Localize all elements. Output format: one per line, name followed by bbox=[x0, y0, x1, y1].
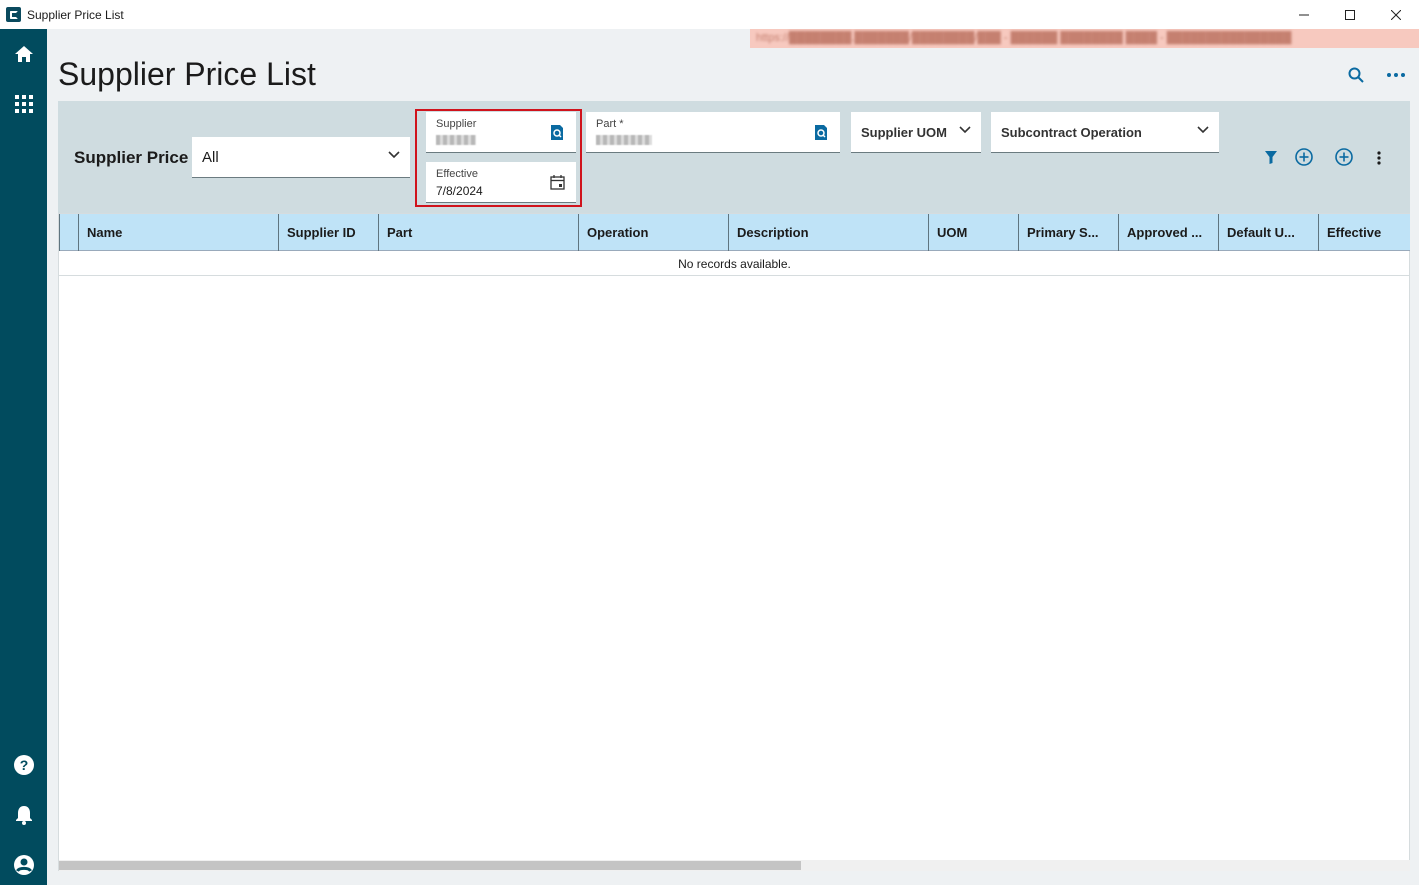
column-header-supplier-id[interactable]: Supplier ID bbox=[278, 214, 378, 251]
add-circle-icon bbox=[1295, 148, 1313, 166]
chevron-down-icon bbox=[388, 151, 400, 159]
select-column-header[interactable] bbox=[59, 214, 78, 251]
part-value bbox=[596, 134, 652, 148]
empty-grid-message: No records available. bbox=[59, 252, 1410, 276]
panel-overflow-button[interactable] bbox=[1368, 147, 1390, 169]
more-horizontal-icon bbox=[1387, 73, 1405, 77]
column-header-primary-supplier[interactable]: Primary S... bbox=[1018, 214, 1118, 251]
filter-icon bbox=[1265, 150, 1277, 164]
part-search-button[interactable] bbox=[812, 123, 830, 141]
apps-button[interactable] bbox=[0, 84, 47, 124]
help-button[interactable]: ? bbox=[0, 745, 47, 785]
column-header-approved[interactable]: Approved ... bbox=[1118, 214, 1218, 251]
column-header-uom[interactable]: UOM bbox=[928, 214, 1018, 251]
add-button[interactable] bbox=[1293, 146, 1315, 168]
subcontract-operation-dropdown[interactable]: Subcontract Operation bbox=[991, 112, 1219, 153]
search-icon bbox=[1348, 67, 1364, 83]
left-nav-rail: ? bbox=[0, 29, 47, 885]
maximize-icon bbox=[1345, 9, 1355, 20]
highlight-box bbox=[415, 109, 582, 207]
filter-button[interactable] bbox=[1260, 146, 1282, 168]
bell-icon bbox=[15, 806, 32, 825]
window-titlebar: Supplier Price List bbox=[0, 0, 1419, 29]
column-header-description[interactable]: Description bbox=[728, 214, 928, 251]
user-avatar-icon bbox=[13, 855, 34, 875]
subcontract-operation-label: Subcontract Operation bbox=[1001, 124, 1142, 140]
notifications-button[interactable] bbox=[0, 795, 47, 835]
part-label: Part * bbox=[596, 118, 624, 130]
supplier-uom-dropdown[interactable]: Supplier UOM bbox=[851, 112, 981, 153]
column-header-part[interactable]: Part bbox=[378, 214, 578, 251]
window-controls bbox=[1281, 0, 1419, 29]
minimize-button[interactable] bbox=[1281, 0, 1327, 29]
help-icon: ? bbox=[13, 755, 34, 775]
part-field[interactable]: Part * bbox=[586, 112, 840, 153]
horizontal-scrollbar[interactable] bbox=[59, 860, 1410, 871]
chevron-down-icon bbox=[959, 126, 971, 134]
column-header-name[interactable]: Name bbox=[78, 214, 278, 251]
add-circle-icon bbox=[1335, 148, 1353, 166]
results-grid: Name Supplier ID Part Operation Descript… bbox=[58, 213, 1410, 871]
home-icon bbox=[14, 46, 33, 62]
apps-grid-icon bbox=[14, 95, 33, 113]
close-button[interactable] bbox=[1373, 0, 1419, 29]
supplier-uom-label: Supplier UOM bbox=[861, 124, 947, 140]
user-profile-button[interactable] bbox=[0, 845, 47, 885]
home-button[interactable] bbox=[0, 34, 47, 74]
panel-label: Supplier Price bbox=[74, 148, 189, 167]
search-button[interactable] bbox=[1345, 64, 1367, 86]
chevron-down-icon bbox=[1197, 126, 1209, 134]
column-header-operation[interactable]: Operation bbox=[578, 214, 728, 251]
filter-panel: Supplier Price All Supplier Effective 7/… bbox=[58, 101, 1410, 213]
type-select[interactable]: All bbox=[192, 137, 410, 178]
add-new-button[interactable] bbox=[1333, 146, 1355, 168]
column-header-default-uom[interactable]: Default U... bbox=[1218, 214, 1318, 251]
lookup-search-icon bbox=[815, 124, 827, 140]
minimize-icon bbox=[1299, 14, 1309, 15]
column-header-effective[interactable]: Effective bbox=[1318, 214, 1410, 251]
more-vertical-icon bbox=[1377, 151, 1381, 165]
scrollbar-thumb[interactable] bbox=[59, 861, 801, 870]
type-select-value: All bbox=[202, 148, 219, 166]
window-title: Supplier Price List bbox=[27, 7, 124, 22]
redacted-url-bar: https://████████.███████/████████/███ - … bbox=[750, 29, 1419, 48]
svg-text:?: ? bbox=[19, 757, 28, 773]
maximize-button[interactable] bbox=[1327, 0, 1373, 29]
app-logo-icon bbox=[6, 7, 21, 22]
page-title: Supplier Price List bbox=[58, 56, 316, 92]
close-icon bbox=[1391, 9, 1401, 20]
redacted-url-text: https://████████.███████/████████/███ - … bbox=[756, 32, 1292, 44]
more-options-button[interactable] bbox=[1385, 64, 1407, 86]
grid-header: Name Supplier ID Part Operation Descript… bbox=[59, 214, 1410, 251]
